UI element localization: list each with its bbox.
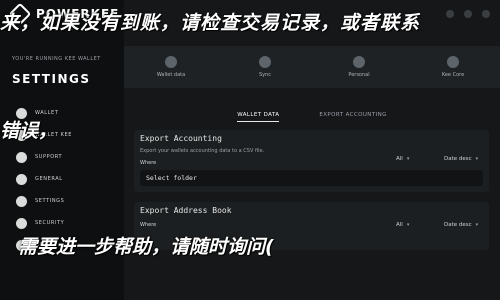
support-icon: [16, 151, 27, 163]
maximize-icon[interactable]: [464, 10, 472, 18]
sidebar-item-security[interactable]: SECURITY: [10, 214, 116, 232]
sub-tab-bar: WALLET DATA EXPORT ACCOUNTING: [124, 108, 500, 122]
sort-dropdown[interactable]: Date desc ▾: [444, 222, 478, 228]
minimize-icon[interactable]: [446, 10, 454, 18]
overlay-caption-line1: 来，如果没有到账，请检查交易记录，或者联系: [0, 12, 421, 34]
shield-icon: [16, 217, 27, 229]
sync-icon: [259, 56, 271, 68]
chevron-down-icon: ▾: [406, 222, 410, 228]
settings-icon: [16, 195, 27, 207]
section-title: Export Address Book: [140, 206, 232, 215]
filter-dropdown[interactable]: All ▾: [396, 222, 409, 228]
filter-dropdown[interactable]: All ▾: [396, 156, 409, 162]
sidebar-item-general[interactable]: GENERAL: [10, 170, 116, 188]
export-accounting-section: Export Accounting Export your wallets ac…: [134, 130, 489, 192]
database-icon: [165, 56, 177, 68]
core-icon: [447, 56, 459, 68]
chevron-down-icon: ▾: [475, 222, 479, 228]
page-title: SETTINGS: [12, 72, 91, 86]
subtab-export-accounting[interactable]: EXPORT ACCOUNTING: [319, 108, 386, 122]
filter-value: All: [396, 156, 403, 162]
sidebar-item-support[interactable]: SUPPORT: [10, 148, 116, 166]
tab-label: Sync: [258, 72, 272, 78]
overlay-caption-line3: 需要进一步帮助，请随时询问(: [18, 236, 274, 258]
user-icon: [353, 56, 365, 68]
sort-dropdown[interactable]: Date desc ▾: [444, 156, 478, 162]
chevron-down-icon: ▾: [406, 156, 410, 162]
sidebar-item-label: SETTINGS: [35, 198, 65, 204]
sort-value: Date desc: [444, 222, 472, 228]
tab-label: Wallet data: [156, 72, 186, 78]
section-title: Export Accounting: [140, 134, 222, 143]
overlay-caption-line2: 错误，: [0, 120, 58, 142]
sidebar-item-settings[interactable]: SETTINGS: [10, 192, 116, 210]
sidebar-item-label: GENERAL: [35, 176, 63, 182]
tab-sync[interactable]: Sync: [218, 46, 312, 88]
gear-icon: [16, 173, 27, 185]
select-folder-button[interactable]: Select folder: [140, 170, 483, 186]
filter-value: All: [396, 222, 403, 228]
top-tab-bar: Wallet data Sync Personal Kee Core: [124, 46, 500, 88]
tab-wallet-data[interactable]: Wallet data: [124, 46, 218, 88]
tab-personal[interactable]: Personal: [312, 46, 406, 88]
where-label: Where: [140, 160, 157, 166]
close-icon[interactable]: [482, 10, 490, 18]
window-controls: [446, 10, 490, 18]
sort-value: Date desc: [444, 156, 472, 162]
sidebar-item-label: SUPPORT: [35, 154, 63, 160]
sidebar-item-label: SECURITY: [35, 220, 65, 226]
subtab-wallet-data[interactable]: WALLET DATA: [237, 108, 280, 122]
tab-label: Kee Core: [441, 72, 465, 78]
tab-label: Personal: [348, 72, 370, 78]
tagline: YOU'RE RUNNING KEE WALLET: [12, 56, 101, 62]
section-description: Export your wallets accounting data to a…: [140, 148, 265, 154]
where-label: Where: [140, 222, 157, 228]
tab-kee-core[interactable]: Kee Core: [406, 46, 500, 88]
chevron-down-icon: ▾: [475, 156, 479, 162]
